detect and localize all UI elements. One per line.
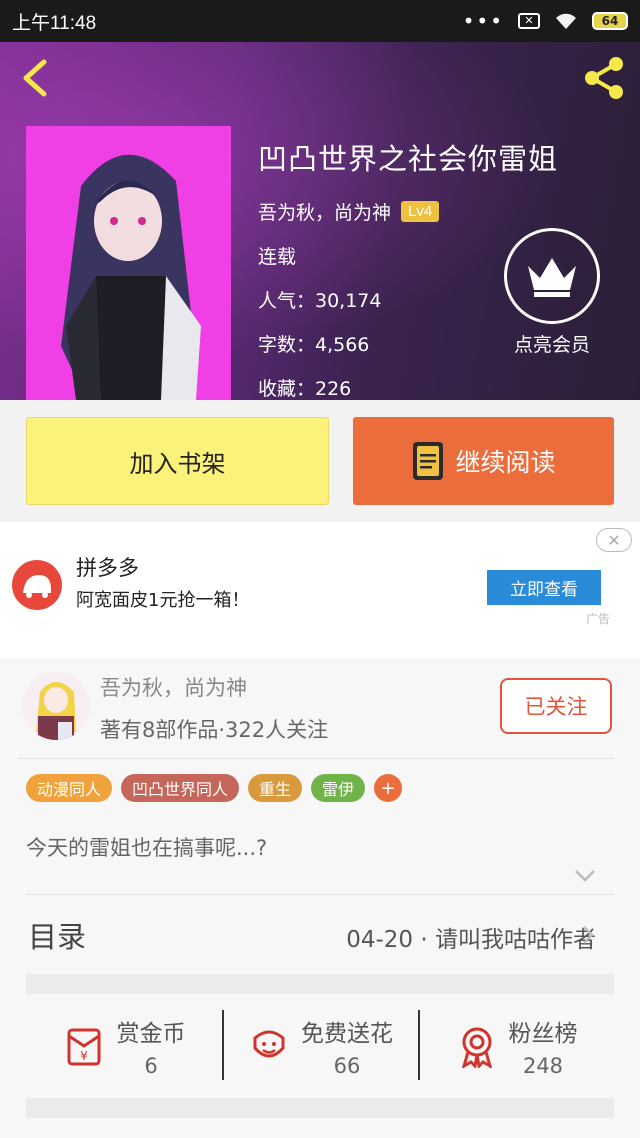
follow-button[interactable]: 已关注 — [500, 678, 612, 734]
stats-bar: ¥ 赏金币 6 免费送花 66 粉丝榜 248 — [26, 994, 614, 1098]
ad-view-button[interactable]: 立即查看 — [487, 570, 601, 605]
book-cover[interactable] — [26, 126, 231, 400]
member-label: 点亮会员 — [513, 334, 590, 356]
expand-chevron-icon[interactable] — [573, 868, 597, 884]
ad-title: 拼多多 — [76, 556, 139, 580]
add-tag-button[interactable]: + — [374, 774, 403, 802]
continue-reading-button[interactable]: 继续阅读 — [353, 417, 614, 505]
book-title: 凹凸世界之社会你雷姐 — [258, 142, 559, 176]
crown-badge — [504, 228, 600, 324]
coin-envelope-icon: ¥ — [67, 1028, 100, 1066]
sim-icon: ✕ — [518, 13, 540, 29]
more-dots-icon: ••• — [462, 9, 504, 33]
back-icon[interactable] — [16, 56, 56, 100]
tag-chip[interactable]: 重生 — [248, 774, 303, 802]
author-level-badge: Lv4 — [401, 201, 440, 222]
ad-label: 广告 — [586, 612, 611, 626]
tag-chip[interactable]: 雷伊 — [311, 774, 366, 802]
ad-logo-icon — [12, 560, 62, 610]
ad-banner[interactable]: 拼多多 阿宽面皮1元抢一箱！ 立即查看 ✕ 广告 — [0, 522, 640, 658]
add-to-shelf-button[interactable]: 加入书架 — [26, 417, 329, 505]
section-gap — [26, 974, 614, 994]
wifi-icon — [556, 13, 576, 29]
stat-label: 免费送花 — [301, 1021, 393, 1047]
book-icon — [413, 442, 444, 480]
book-author-line: 吾为秋，尚为神 Lv4 — [258, 198, 558, 225]
book-intro: 今天的雷姐也在搞事呢...? — [26, 836, 268, 860]
toc-label[interactable]: 目录 — [28, 914, 86, 956]
member-button[interactable]: 点亮会员 — [502, 228, 602, 357]
svg-text:¥: ¥ — [80, 1049, 88, 1063]
stat-value: 66 — [333, 1054, 361, 1078]
section-gap — [26, 1098, 614, 1118]
stat-label: 粉丝榜 — [508, 1021, 578, 1047]
action-bar: 加入书架 继续阅读 — [0, 400, 640, 522]
tag-list: 动漫同人 凹凸世界同人 重生 雷伊 + — [26, 774, 403, 802]
stat-value: 248 — [522, 1054, 564, 1078]
tag-chip[interactable]: 动漫同人 — [26, 774, 113, 802]
toc-latest-chapter[interactable]: 04-20 · 请叫我咕咕作者 — [346, 920, 596, 954]
author-name[interactable]: 吾为秋，尚为神 — [100, 672, 247, 702]
reward-coins-button[interactable]: ¥ 赏金币 6 — [26, 994, 222, 1098]
author-section: 吾为秋，尚为神 著有8部作品·322人关注 已关注 动漫同人 凹凸世界同人 重生… — [0, 658, 640, 1138]
share-icon[interactable] — [580, 54, 628, 102]
author-works: 著有8部作品·322人关注 — [100, 718, 329, 742]
send-flowers-button[interactable]: 免费送花 66 — [222, 994, 418, 1098]
tag-chip[interactable]: 凹凸世界同人 — [121, 774, 240, 802]
battery-icon: 64 — [592, 12, 628, 30]
divider — [18, 758, 614, 759]
stat-label: 赏金币 — [116, 1021, 186, 1047]
divider — [26, 894, 614, 895]
medal-icon — [461, 1027, 492, 1068]
avatar[interactable] — [22, 672, 90, 740]
continue-reading-label: 继续阅读 — [455, 448, 556, 477]
fan-ranking-button[interactable]: 粉丝榜 248 — [418, 994, 614, 1098]
book-favorites: 收藏：226 — [258, 378, 352, 400]
book-author[interactable]: 吾为秋，尚为神 — [258, 198, 391, 225]
add-to-shelf-label: 加入书架 — [129, 449, 226, 478]
crown-icon — [528, 258, 576, 297]
chevron-right-icon[interactable] — [580, 924, 596, 946]
status-time: 上午11:48 — [12, 12, 97, 34]
flower-icon — [253, 1030, 285, 1058]
stat-value: 6 — [144, 1054, 158, 1078]
status-bar: 上午11:48 ••• ✕ 64 — [0, 0, 640, 42]
ad-description: 阿宽面皮1元抢一箱！ — [76, 590, 250, 611]
ad-close-icon[interactable]: ✕ — [596, 528, 632, 552]
